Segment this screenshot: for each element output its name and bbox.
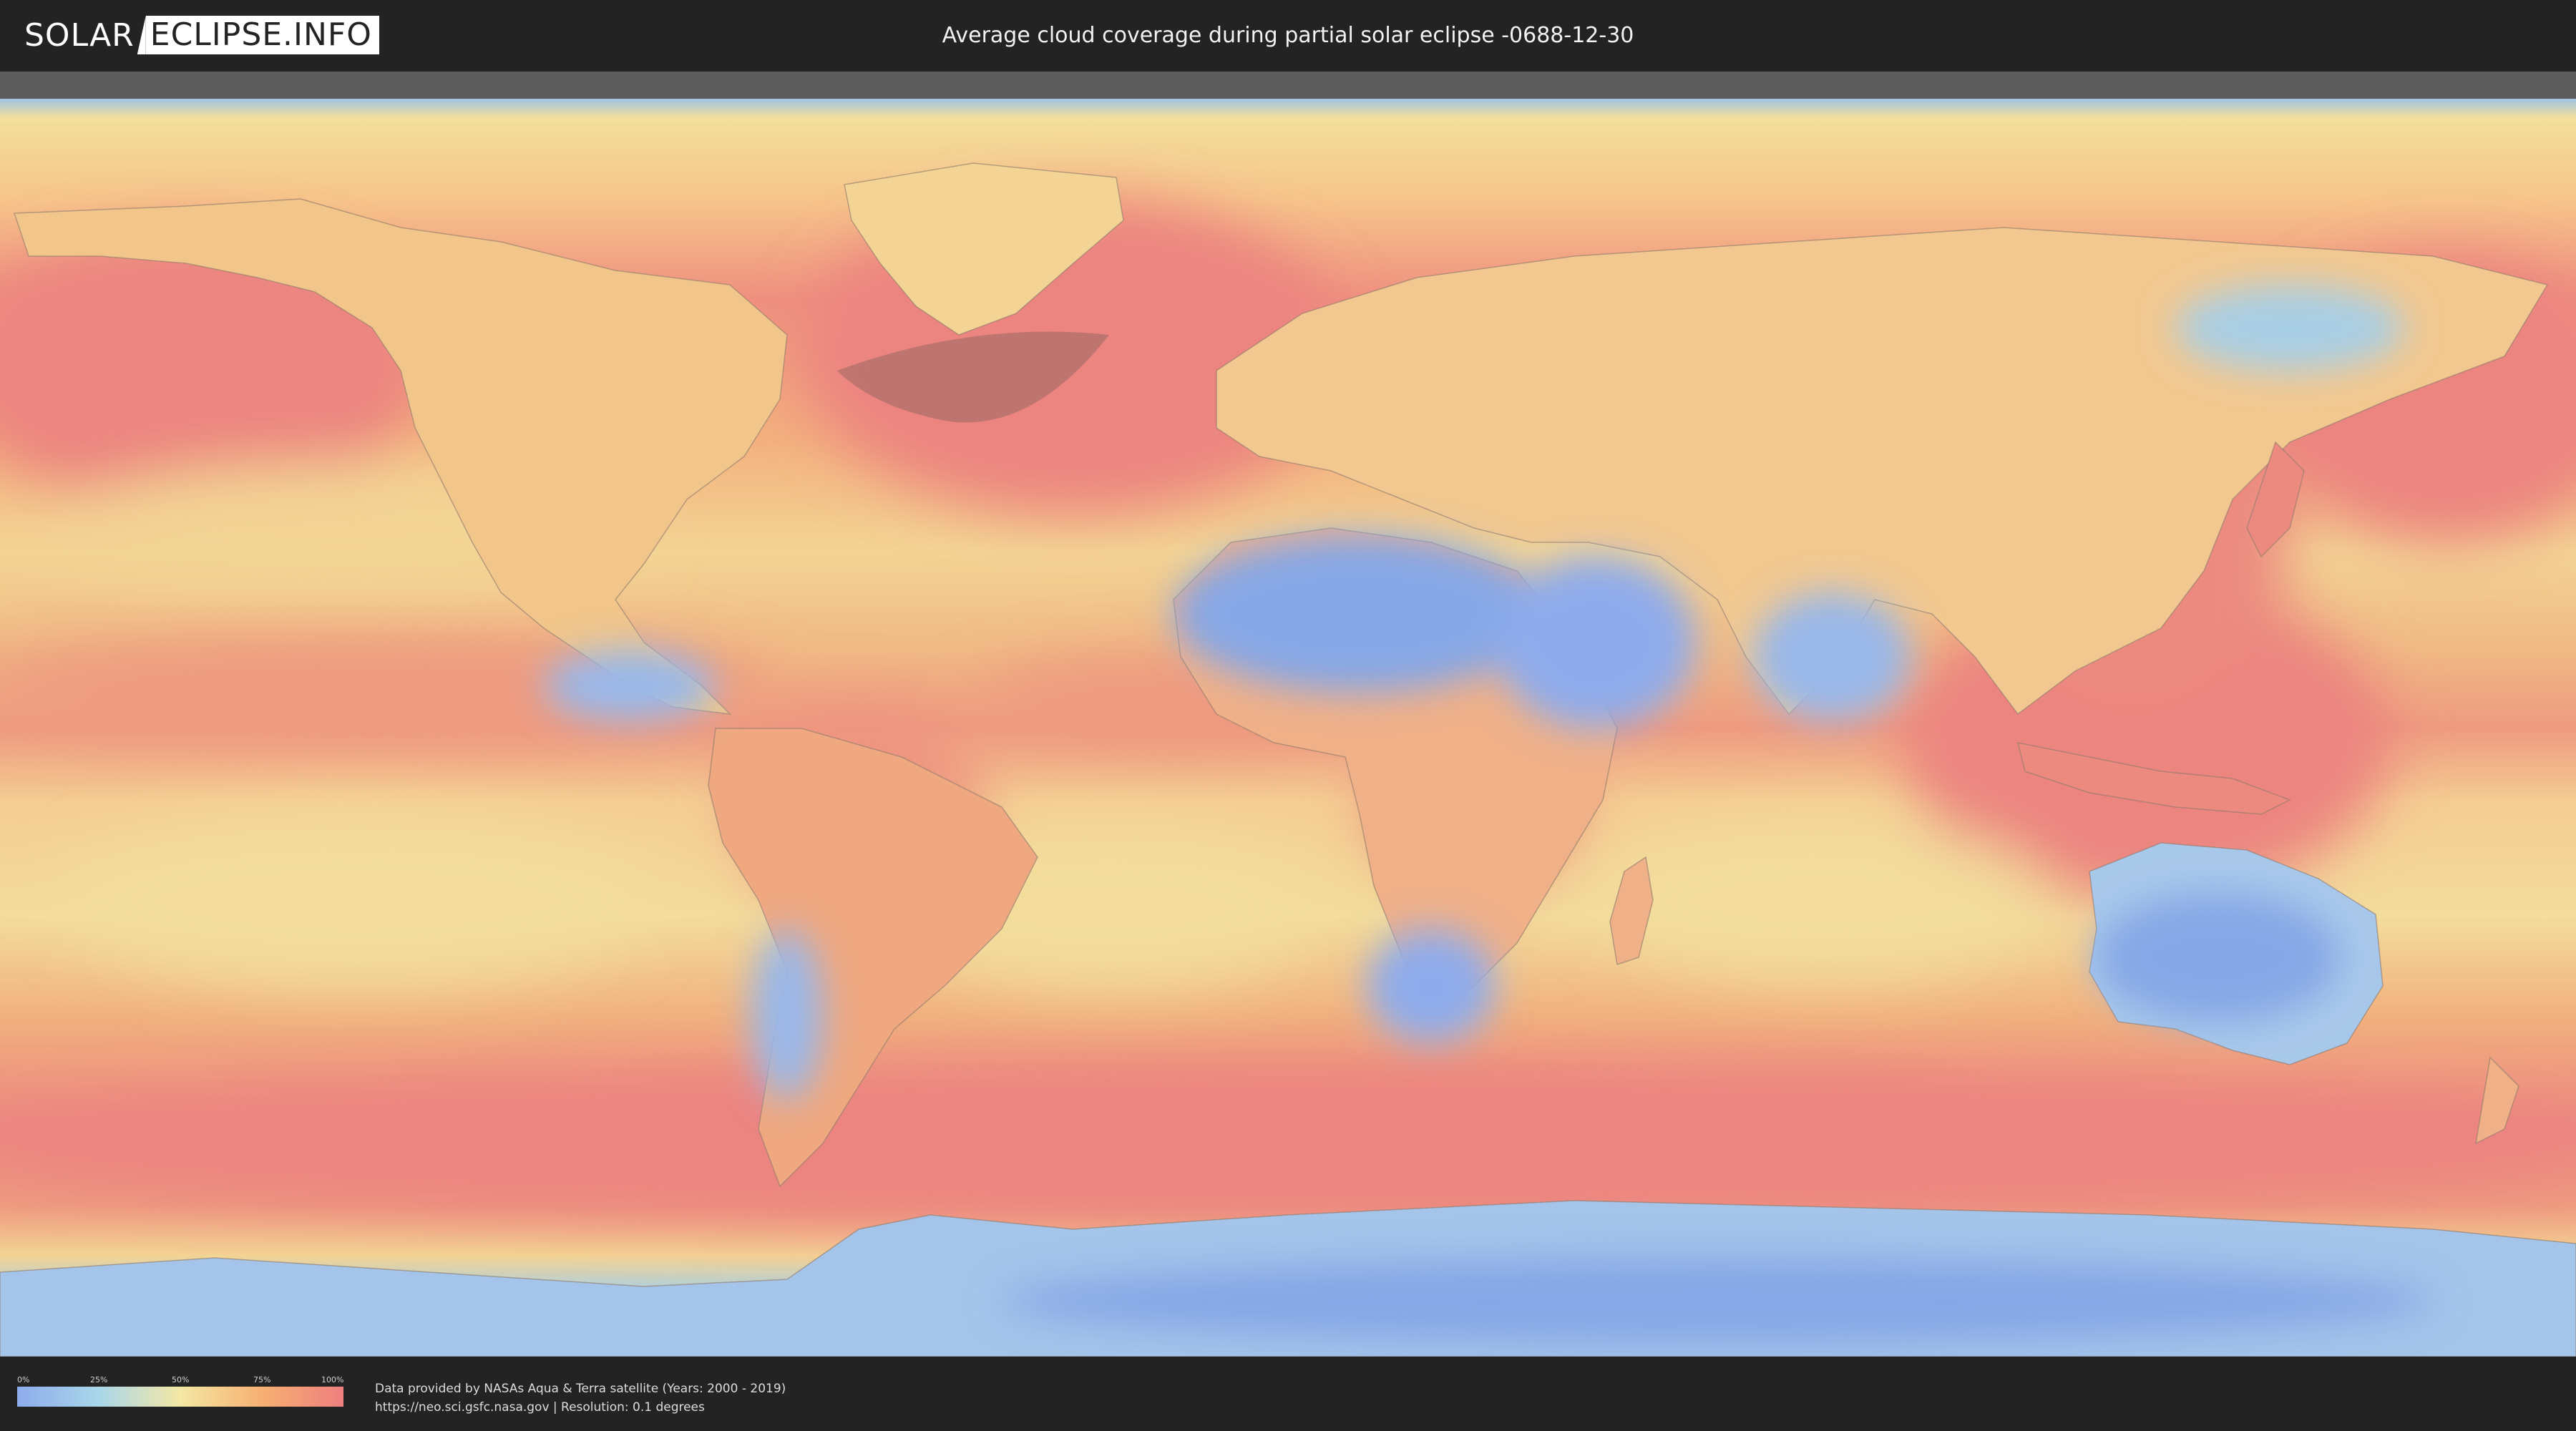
australia-clear xyxy=(2097,893,2340,1022)
antarctica-clear xyxy=(1002,1258,2433,1344)
arabia-clear xyxy=(1496,557,1696,728)
map-top-margin xyxy=(0,72,2576,99)
page-title: Average cloud coverage during partial so… xyxy=(942,23,1634,48)
sahara-clear xyxy=(1174,535,1546,693)
south-indian-clear xyxy=(1596,821,2054,979)
legend-tick-100: 100% xyxy=(321,1375,344,1384)
atacama-clear xyxy=(751,929,823,1100)
header-bar: SOLAR ECLIPSE.INFO Average cloud coverag… xyxy=(0,0,2576,72)
data-credits: Data provided by NASAs Aqua & Terra sate… xyxy=(375,1379,786,1417)
india-clear xyxy=(1753,592,1911,721)
legend-tick-75: 75% xyxy=(253,1375,271,1384)
legend-tick-25: 25% xyxy=(90,1375,108,1384)
central-america-clear xyxy=(544,650,716,721)
subtropical-south-pacific-clear xyxy=(57,814,658,986)
southern-ocean-cloud xyxy=(0,1065,2576,1222)
cloud-coverage-map xyxy=(0,99,2576,1357)
credits-line-1: Data provided by NASAs Aqua & Terra sate… xyxy=(375,1382,786,1396)
kalahari-clear xyxy=(1367,929,1496,1043)
legend-tick-0: 0% xyxy=(17,1375,30,1384)
siberia-clear xyxy=(2175,285,2404,371)
legend-tick-50: 50% xyxy=(172,1375,190,1384)
credits-line-2: https://neo.sci.gsfc.nasa.gov | Resoluti… xyxy=(375,1400,705,1415)
legend-color-bar xyxy=(17,1387,343,1407)
